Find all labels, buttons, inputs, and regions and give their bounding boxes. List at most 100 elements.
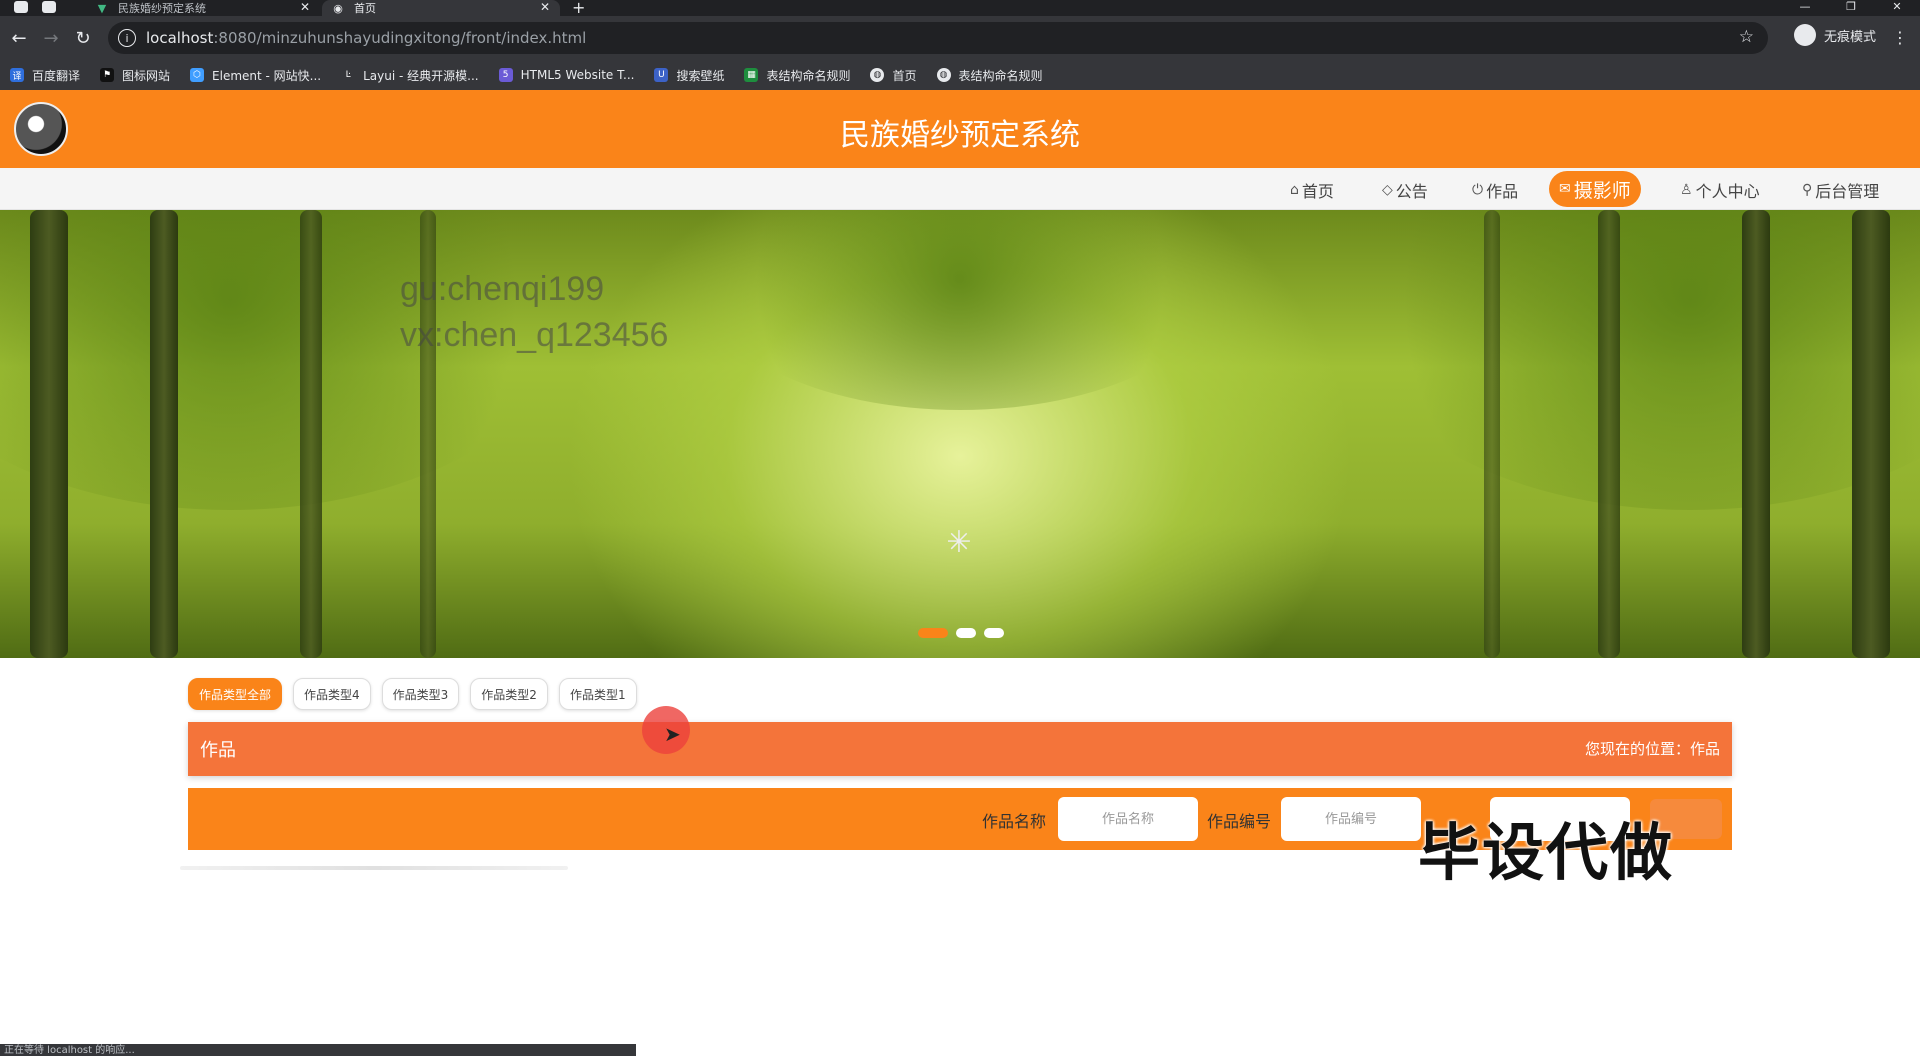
bookmark-item[interactable]: ◍ 表结构命名规则	[936, 67, 1043, 84]
forward-arrow-icon[interactable]: →	[38, 25, 64, 51]
mouse-cursor-icon: ➤	[664, 722, 681, 746]
browser-tab-2[interactable]: ◉ 首页 ✕	[322, 0, 560, 16]
browser-tab-2-label: 首页	[354, 2, 376, 15]
bookmark-item[interactable]: ⬡ Element - 网站快...	[190, 67, 321, 84]
bookmark-item[interactable]: U 搜索壁纸	[654, 67, 724, 84]
bookmark-label: 首页	[892, 68, 917, 83]
banner-tree	[1742, 210, 1770, 658]
banner-canopy	[0, 210, 580, 510]
tab-search-icon[interactable]	[42, 1, 56, 13]
watermark-line-2: vx:chen_q123456	[400, 316, 669, 354]
bookmark-label: 百度翻译	[32, 68, 81, 83]
banner-tree	[1852, 210, 1890, 658]
address-bar[interactable]: i localhost:8080/minzuhunshayudingxitong…	[108, 22, 1768, 54]
nav-item-personal-center[interactable]: ♙ 个人中心	[1680, 177, 1760, 203]
home-icon: ⌂	[1290, 182, 1299, 198]
back-arrow-icon[interactable]: ←	[6, 25, 32, 51]
banner-tree	[1484, 210, 1500, 658]
banner-canopy	[700, 210, 1220, 410]
incognito-icon	[1794, 24, 1816, 46]
bookmark-label: 表结构命名规则	[958, 68, 1043, 83]
nav-label: 作品	[1486, 182, 1519, 201]
link-icon: ⚲	[1802, 182, 1813, 198]
banner-carousel[interactable]: gu:chenqi199 vx:chen_q123456 ✳	[0, 210, 1920, 658]
watermark-line-1: gu:chenqi199	[400, 270, 605, 308]
close-window-icon[interactable]: ✕	[1874, 0, 1920, 16]
category-chip-4[interactable]: 作品类型4	[293, 678, 371, 710]
loading-spinner-icon: ✳	[946, 525, 972, 560]
browser-tab-strip: ▼ 民族婚纱预定系统 ✕ ◉ 首页 ✕ + — ❐ ✕	[0, 0, 1920, 16]
bookmark-item[interactable]: ◍ 首页	[870, 67, 917, 84]
globe-icon: ◍	[870, 68, 885, 82]
browser-toolbar: ← → ↻ i localhost:8080/minzuhunshayuding…	[0, 16, 1920, 60]
url-host: localhost	[146, 29, 214, 47]
current-location: 您现在的位置：作品	[1584, 740, 1720, 758]
vue-icon: ▼	[97, 1, 107, 15]
browser-tab-1-label: 民族婚纱预定系统	[118, 2, 206, 15]
close-tab-2-icon[interactable]: ✕	[540, 0, 550, 14]
bookmark-item[interactable]: ▦ 表结构命名规则	[744, 67, 850, 84]
chrome-menu-icon[interactable]	[14, 1, 28, 13]
nav-item-home[interactable]: ⌂ 首页	[1290, 177, 1334, 203]
flag-icon: ⚑	[100, 68, 115, 82]
banner-tree	[30, 210, 68, 658]
bookmark-item[interactable]: ⚑ 图标网站	[100, 67, 170, 84]
work-name-input[interactable]	[1058, 797, 1198, 841]
bookmark-label: 搜索壁纸	[676, 68, 725, 83]
category-chip-3[interactable]: 作品类型3	[381, 678, 460, 710]
more-menu-icon[interactable]: ⋮	[1892, 28, 1908, 47]
bookmark-item[interactable]: 译百度翻译	[10, 67, 80, 84]
nav-item-notice[interactable]: ◇ 公告	[1382, 177, 1428, 203]
banner-canopy	[1340, 210, 1920, 510]
nav-label: 首页	[1301, 182, 1334, 201]
restore-icon[interactable]: ❐	[1828, 0, 1874, 16]
power-icon: ⏻	[1472, 182, 1484, 198]
layui-icon: Ŀ	[345, 70, 351, 80]
main-nav: ⌂ 首页 ◇ 公告 ⏻ 作品 ✉ 摄影师 ♙ 个人中心 ⚲ 后台管理	[0, 168, 1920, 210]
new-tab-icon[interactable]: +	[572, 0, 585, 16]
bookmarks-bar: 译百度翻译 ⚑ 图标网站 ⬡ Element - 网站快... Ŀ Layui - 经…	[0, 60, 1920, 90]
bookmark-label: 表结构命名规则	[766, 68, 851, 83]
browser-status-bar: 正在等待 localhost 的响应...	[0, 1044, 636, 1056]
carousel-dot[interactable]	[984, 628, 1004, 638]
nav-item-photographer[interactable]: ✉ 摄影师	[1549, 171, 1641, 207]
nav-item-works[interactable]: ⏻ 作品	[1472, 177, 1518, 203]
site-info-icon[interactable]: i	[118, 29, 136, 47]
close-tab-1-icon[interactable]: ✕	[300, 0, 310, 14]
carousel-dot[interactable]	[918, 628, 948, 638]
work-code-input[interactable]	[1281, 797, 1421, 841]
category-chip-2[interactable]: 作品类型2	[470, 678, 548, 710]
bookmark-item[interactable]: Ŀ Layui - 经典开源模...	[341, 67, 479, 84]
bookmark-star-icon[interactable]: ☆	[1739, 27, 1754, 47]
nav-item-admin[interactable]: ⚲ 后台管理	[1802, 177, 1879, 203]
bookmark-label: HTML5 Website T...	[520, 68, 635, 82]
category-chip-1[interactable]: 作品类型1	[558, 678, 637, 710]
browser-tab-1[interactable]: ▼ 民族婚纱预定系统 ✕	[86, 0, 320, 16]
url-text[interactable]: localhost:8080/minzuhunshayudingxitong/f…	[146, 29, 586, 47]
user-icon: ♙	[1680, 182, 1693, 198]
work-code-label: 作品编号	[1207, 812, 1272, 831]
carousel-dot[interactable]	[956, 628, 976, 638]
sheet-icon: ▦	[744, 68, 759, 82]
overlay-watermark: 毕设代做	[1418, 816, 1675, 889]
site-title: 民族婚纱预定系统	[840, 119, 1080, 152]
section-title: 作品	[200, 740, 236, 761]
translate-icon: 译	[10, 68, 24, 82]
banner-tree	[150, 210, 178, 658]
carousel-indicators	[918, 628, 1004, 638]
bookmark-label: Element - 网站快...	[212, 68, 322, 83]
nav-label: 个人中心	[1695, 182, 1760, 201]
incognito-label: 无痕模式	[1824, 29, 1877, 45]
reload-icon[interactable]: ↻	[70, 25, 96, 51]
incognito-profile[interactable]: 无痕模式	[1794, 24, 1876, 46]
url-path: :8080/minzuhunshayudingxitong/front/inde…	[213, 29, 587, 47]
work-name-label: 作品名称	[982, 812, 1047, 831]
tag-icon: ◇	[1382, 182, 1393, 198]
bookmark-item[interactable]: 5 HTML5 Website T...	[498, 68, 635, 82]
nav-label: 摄影师	[1573, 179, 1631, 202]
category-chip-all[interactable]: 作品类型全部	[188, 678, 283, 710]
globe-icon: ◍	[936, 68, 951, 82]
minimize-icon[interactable]: —	[1782, 0, 1828, 16]
mail-icon: ✉	[1559, 181, 1571, 197]
category-filter: 作品类型全部 作品类型4 作品类型3 作品类型2 作品类型1	[188, 678, 637, 710]
